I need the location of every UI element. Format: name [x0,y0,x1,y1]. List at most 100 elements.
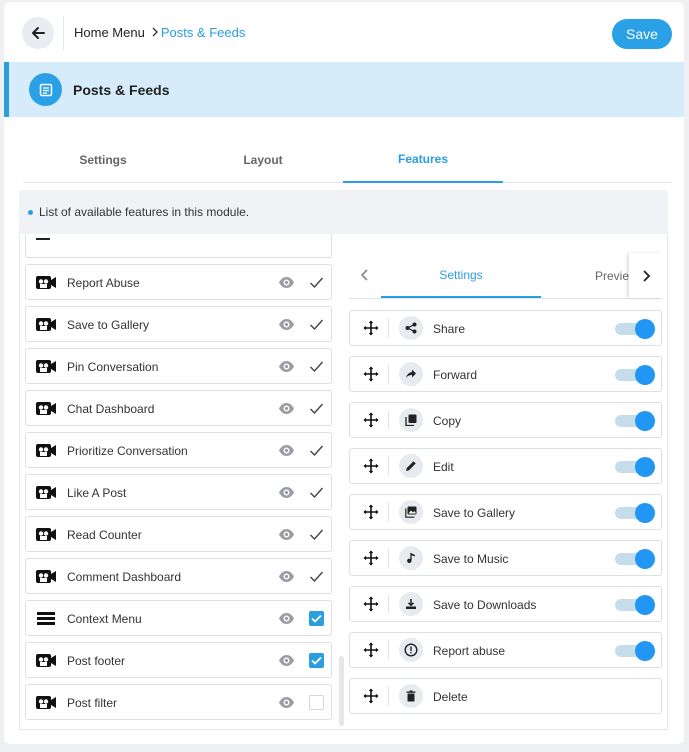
feature-label: Report Abuse [67,276,140,290]
chevron-right-button[interactable] [629,253,662,298]
toggle-knob [635,319,655,339]
eye-icon[interactable] [278,317,295,332]
eye-icon[interactable] [278,527,295,542]
toggle-switch[interactable] [615,457,655,477]
camera-icon [36,653,56,668]
bullet-icon [28,209,33,215]
action-row[interactable]: Delete [349,678,662,714]
save-button[interactable]: Save [612,19,672,49]
action-label: Save to Gallery [433,506,516,520]
checkmark-icon[interactable] [309,401,324,416]
right-tab-settings[interactable]: Settings [381,253,541,298]
scrollbar[interactable] [339,656,344,726]
edit-icon [399,454,423,478]
toggle-switch[interactable] [615,549,655,569]
divider [388,686,389,706]
eye-icon[interactable] [278,401,295,416]
feature-row[interactable]: Chat Dashboard [25,390,332,426]
eye-icon[interactable] [278,443,295,458]
toggle-switch[interactable] [615,503,655,523]
eye-icon[interactable] [278,275,295,290]
camera-icon [36,485,56,500]
checkmark-icon[interactable] [309,443,324,458]
action-row[interactable]: Share [349,310,662,346]
feature-checkbox[interactable] [309,653,324,668]
feature-row[interactable]: Prioritize Conversation [25,432,332,468]
gallery-icon [399,500,423,524]
tab-settings[interactable]: Settings [23,137,183,183]
info-text: List of available features in this modul… [39,205,250,219]
action-row[interactable]: Save to Music [349,540,662,576]
action-row[interactable]: Forward [349,356,662,392]
feature-row[interactable]: Report Abuse [25,264,332,300]
chevron-left-icon[interactable] [357,267,373,283]
module-banner: Posts & Feeds [4,62,684,117]
report-icon [399,638,423,662]
drag-handle-icon[interactable] [363,366,379,382]
feature-label: Save to Gallery [67,318,150,332]
feature-row[interactable]: Save to Gallery [25,306,332,342]
tab-features[interactable]: Features [343,137,503,183]
camera-icon [36,317,56,332]
feature-label: Post footer [67,654,126,668]
toggle-knob [635,641,655,661]
checkmark-icon[interactable] [309,569,324,584]
action-row[interactable]: Save to Downloads [349,586,662,622]
drag-handle-icon[interactable] [363,504,379,520]
checkmark-icon[interactable] [309,317,324,332]
feature-checkbox[interactable] [309,611,324,626]
divider [388,410,389,430]
tab-layout[interactable]: Layout [183,137,343,183]
camera-icon [36,275,56,290]
toggle-switch[interactable] [615,595,655,615]
feature-row[interactable]: Comment Dashboard [25,558,332,594]
action-label: Copy [433,414,462,428]
back-button[interactable] [22,17,54,49]
toggle-switch[interactable] [615,319,655,339]
drag-handle-icon[interactable] [363,458,379,474]
action-row[interactable]: Edit [349,448,662,484]
checkmark-icon[interactable] [309,275,324,290]
action-row[interactable]: Copy [349,402,662,438]
checkmark-icon[interactable] [309,527,324,542]
drag-handle-icon[interactable] [363,550,379,566]
eye-icon[interactable] [278,569,295,584]
toggle-knob [635,411,655,431]
trash-icon [399,684,423,708]
eye-icon[interactable] [278,611,295,626]
eye-icon[interactable] [278,359,295,374]
toggle-switch[interactable] [615,411,655,431]
action-row[interactable]: Report abuse [349,632,662,668]
eye-icon[interactable] [278,653,295,668]
music-icon [399,546,423,570]
feature-label: Like A Post [67,486,127,500]
eye-icon[interactable] [278,485,295,500]
drag-handle-icon[interactable] [363,596,379,612]
drag-handle-icon[interactable] [363,412,379,428]
checkmark-icon[interactable] [309,485,324,500]
divider [388,548,389,568]
feature-row[interactable]: Pin Conversation [25,348,332,384]
drag-handle-icon[interactable] [363,320,379,336]
right-tab-preview[interactable]: Previe [595,253,629,298]
toggle-switch[interactable] [615,641,655,661]
feature-checkbox[interactable] [309,695,324,710]
action-label: Report abuse [433,644,506,658]
camera-icon [36,695,56,710]
checkmark-icon[interactable] [309,359,324,374]
drag-handle-icon[interactable] [363,642,379,658]
feature-row[interactable]: Like A Post [25,474,332,510]
action-row[interactable]: Save to Gallery [349,494,662,530]
breadcrumb-home[interactable]: Home Menu [74,25,145,40]
hamburger-icon [36,611,56,626]
list-item-partial[interactable] [25,234,332,258]
feature-row[interactable]: Post footer [25,642,332,678]
feature-row[interactable]: Read Counter [25,516,332,552]
banner-title: Posts & Feeds [73,82,170,98]
item-icon [36,238,50,240]
feature-row[interactable]: Context Menu [25,600,332,636]
feature-row[interactable]: Post filter [25,684,332,720]
eye-icon[interactable] [278,695,295,710]
toggle-switch[interactable] [615,365,655,385]
drag-handle-icon[interactable] [363,688,379,704]
